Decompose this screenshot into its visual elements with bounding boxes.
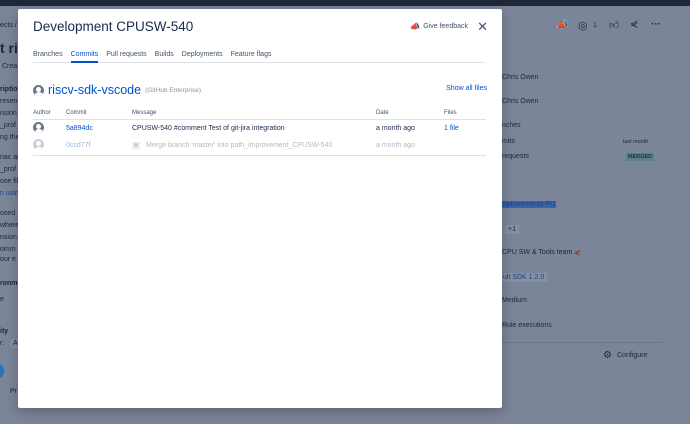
share-icon[interactable]: ⋞ xyxy=(630,19,638,30)
configure-button[interactable]: Configure xyxy=(617,352,647,359)
tab-builds[interactable]: Builds xyxy=(155,51,174,63)
rule-executions[interactable]: Rule executions xyxy=(502,322,552,329)
team-field[interactable]: CPU SW & Tools team xyxy=(502,249,572,256)
breadcrumb: ects / xyxy=(0,22,17,29)
last-commit-date: last month xyxy=(623,139,649,145)
watch-count: 1 xyxy=(593,22,597,29)
like-icon[interactable]: 👍︎ xyxy=(609,19,619,31)
tab-bar: Branches Commits Pull requests Builds De… xyxy=(33,51,485,63)
merge-badge: M xyxy=(132,141,141,150)
sprint-link[interactable]: mprovements PI1 xyxy=(501,201,556,208)
close-icon[interactable]: ✕ xyxy=(477,19,488,35)
description-text: our e xyxy=(0,256,16,263)
commit-hash-link[interactable]: 0ccd77f xyxy=(66,142,91,149)
description-text: nsion xyxy=(0,234,17,241)
column-files: Files xyxy=(444,107,486,120)
repository-header: riscv-sdk-vscode (GitHub Enterprise) xyxy=(33,83,201,97)
gear-icon: ⚙ xyxy=(603,350,612,361)
dev-branches[interactable]: nches xyxy=(502,122,521,129)
repository-link[interactable]: riscv-sdk-vscode xyxy=(48,83,141,97)
create-button[interactable]: Crea xyxy=(2,63,17,70)
pro-tip-text: Pr xyxy=(10,388,17,395)
table-row: 0ccd77f M Merge branch 'master' into path… xyxy=(33,137,486,156)
table-row: 5a894dc CPUSW-540 #comment Test of git-j… xyxy=(33,119,486,137)
files-link[interactable]: 1 file xyxy=(444,125,459,132)
dialog-title: Development CPUSW-540 xyxy=(33,19,194,34)
show-label: r: xyxy=(0,340,5,347)
author-avatar-icon xyxy=(33,139,44,151)
assignee[interactable]: Chris Owen xyxy=(502,74,539,81)
description-text: where xyxy=(0,222,20,229)
tab-commits[interactable]: Commits xyxy=(70,51,99,63)
development-dialog: Development CPUSW-540 📣 Give feedback ✕ … xyxy=(18,9,502,408)
dev-commits[interactable]: mits xyxy=(502,138,515,145)
description-text: _prof xyxy=(0,122,16,129)
watch-icon[interactable]: ◎ xyxy=(578,19,588,32)
share-team-icon: ⋞ xyxy=(574,248,581,257)
commit-message: CPUSW-540 #comment Test of git-jira inte… xyxy=(132,124,285,132)
description-link[interactable]: n usin xyxy=(0,190,19,197)
tab-deployments[interactable]: Deployments xyxy=(182,51,223,63)
column-date: Date xyxy=(376,107,444,120)
column-author: Author xyxy=(33,107,66,120)
commit-message: Merge branch 'master' into path_improvem… xyxy=(146,141,333,149)
description-text: nsion xyxy=(0,110,17,117)
environment-text: e xyxy=(0,296,4,303)
dev-pull-requests[interactable]: requests xyxy=(502,153,529,160)
description-text: omm xyxy=(0,246,16,253)
column-message: Message xyxy=(132,107,376,120)
author-avatar-icon xyxy=(33,121,44,133)
commit-hash-link[interactable]: 5a894dc xyxy=(66,125,93,132)
description-text: ng the xyxy=(0,134,20,141)
repository-source: (GitHub Enterprise) xyxy=(145,86,202,94)
tab-branches[interactable]: Branches xyxy=(33,51,63,63)
tab-pull-requests[interactable]: Pull requests xyxy=(106,51,146,63)
give-feedback-button[interactable]: 📣 Give feedback xyxy=(410,22,468,31)
top-nav-bar xyxy=(0,0,690,6)
commits-table: Author Commit Message Date Files 5a894dc… xyxy=(33,107,486,156)
feedback-icon[interactable]: 📣 xyxy=(556,20,568,31)
description-text: _prof xyxy=(0,166,16,173)
pr-status-badge: MERGED xyxy=(626,153,655,161)
column-commit: Commit xyxy=(66,107,132,120)
fix-version[interactable]: ult SDK 1.2.0 xyxy=(500,273,548,282)
description-heading: riptio xyxy=(0,86,18,93)
priority-field[interactable]: Medium xyxy=(502,297,527,304)
description-text: resent xyxy=(0,98,20,105)
repository-avatar-icon xyxy=(33,84,44,96)
give-feedback-label: Give feedback xyxy=(423,23,468,30)
user-avatar xyxy=(0,364,4,378)
commit-date: a month ago xyxy=(376,124,415,132)
megaphone-icon: 📣 xyxy=(410,22,421,31)
reporter[interactable]: Chris Owen xyxy=(502,98,539,105)
more-icon[interactable]: ··· xyxy=(651,19,661,30)
description-text: nac ar xyxy=(0,154,20,161)
commit-date: a month ago xyxy=(376,137,444,156)
divider xyxy=(502,342,662,343)
description-text: osed xyxy=(0,210,16,217)
tab-feature-flags[interactable]: Feature flags xyxy=(231,51,272,63)
show-all-files-link[interactable]: Show all files xyxy=(446,85,487,92)
description-text: ose fil xyxy=(0,178,19,185)
files-cell xyxy=(444,137,486,156)
activity-heading: ity xyxy=(0,328,9,335)
more-sprints-badge[interactable]: +1 xyxy=(505,225,519,234)
